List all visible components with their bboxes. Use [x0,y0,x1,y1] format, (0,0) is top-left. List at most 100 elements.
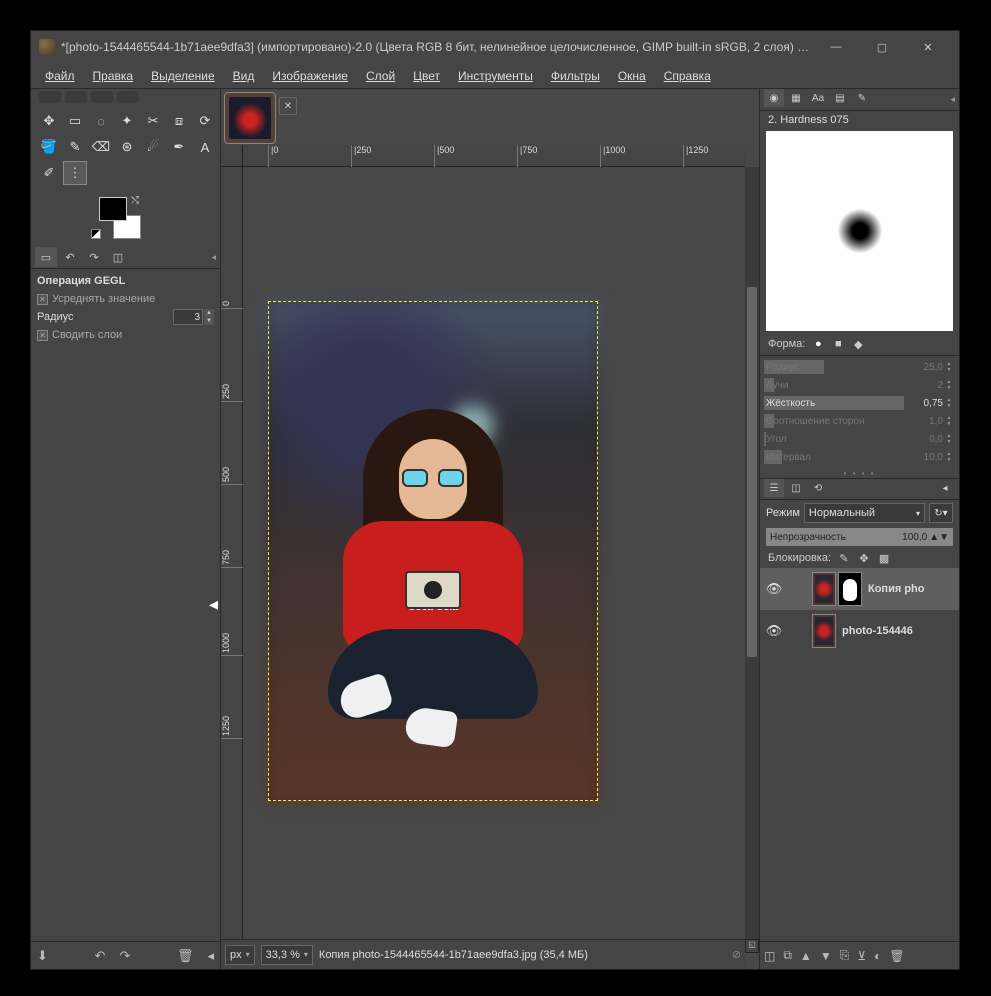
reset-icon[interactable]: ◂ [207,948,214,964]
tab-fonts[interactable]: Aa [808,89,828,107]
checkbox-icon[interactable]: ✕ [37,294,48,305]
dock-drag-handle[interactable]: • • • • [760,468,959,478]
layer-group-icon[interactable]: ⧉ [783,948,792,963]
tab-layers[interactable]: ☰ [764,479,784,497]
tool-transform[interactable]: ⧈ [167,109,191,133]
shape-circle-icon[interactable]: ● [811,337,825,351]
color-swatch[interactable]: ⤭ [91,197,141,239]
tab-undo[interactable]: ↷ [83,247,105,267]
slider-Лучи[interactable]: Лучи2▲▼ [760,376,959,394]
merge-down-icon[interactable]: ⊻ [857,949,866,963]
undo-icon[interactable]: ↶ [95,948,106,964]
vertical-scrollbar[interactable] [745,167,759,939]
layer-name[interactable]: photo-154446 [842,625,955,637]
layer-row[interactable]: 👁 photo-154446 [760,610,959,652]
lock-pixels-icon[interactable]: ✎ [837,551,851,565]
menu-colors[interactable]: Цвет [405,67,448,85]
canvas-viewport[interactable]: Coca-Cola [243,167,745,939]
menu-layer[interactable]: Слой [358,67,403,85]
redo-icon[interactable]: ↷ [119,948,130,964]
ruler-corner[interactable] [221,145,243,167]
foreground-color[interactable] [99,197,127,221]
new-layer-icon[interactable]: ◫ [764,949,775,963]
maximize-button[interactable]: ▢ [859,31,905,63]
delete-preset-icon[interactable]: 🗑 [177,948,194,964]
radius-spinner[interactable]: ▲▼ [173,309,214,325]
ruler-vertical[interactable]: 0 250 500 750 1000 1250 [221,167,243,939]
tool-fuzzy-select[interactable]: ✦ [115,109,139,133]
zoom-selector[interactable]: 33,3 %▾ [261,945,313,965]
document-tab[interactable] [225,93,275,143]
spin-down-icon[interactable]: ▼ [204,317,214,325]
cancel-icon[interactable]: ⊘ [732,948,741,961]
tab-paint[interactable]: ✎ [852,89,872,107]
slider-Радиус[interactable]: Радиус25,0▲▼ [760,358,959,376]
delete-layer-icon[interactable]: 🗑 [889,949,904,963]
tab-device[interactable]: ↶ [59,247,81,267]
visibility-icon[interactable]: 👁 [764,579,784,599]
ruler-horizontal[interactable]: |0 |250 |500 |750 |1000 |1250 [243,145,745,167]
save-preset-icon[interactable]: ⬇ [37,948,48,964]
tab-history[interactable]: ▤ [830,89,850,107]
tool-crop[interactable]: ✂ [141,109,165,133]
scrollbar-thumb[interactable] [747,287,757,657]
duplicate-layer-icon[interactable]: ⎘ [840,948,850,963]
layer-mask-thumbnail[interactable] [838,572,862,606]
slider-Угол[interactable]: Угол0,0▲▼ [760,430,959,448]
dock-menu-icon[interactable]: ◂ [935,479,955,497]
tool-bucket[interactable]: 🪣 [37,135,61,159]
tool-path[interactable]: ✒ [167,135,191,159]
visibility-icon[interactable]: 👁 [764,621,784,641]
option-flatten[interactable]: ✕ Сводить слои [37,327,214,343]
shape-diamond-icon[interactable]: ◆ [851,337,865,351]
slider-Жёсткость[interactable]: Жёсткость0,75▲▼ [760,394,959,412]
close-button[interactable]: ✕ [905,31,951,63]
tool-text[interactable]: A [193,135,217,159]
lock-position-icon[interactable]: ✥ [857,551,871,565]
opacity-slider[interactable]: Непрозрачность 100,0 ▲▼ [766,528,953,546]
tab-brushes[interactable]: ◉ [764,89,784,107]
document-close-icon[interactable]: ✕ [279,97,297,115]
layer-down-icon[interactable]: ▼ [820,949,832,963]
tool-rect-select[interactable]: ▭ [63,109,87,133]
option-radius[interactable]: Радиус ▲▼ [37,307,214,327]
swap-colors-icon[interactable]: ⤭ [131,195,139,206]
unit-selector[interactable]: px▾ [225,945,255,965]
minimize-button[interactable]: — [813,31,859,63]
tool-gegl[interactable]: ⋮ [63,161,87,185]
menu-select[interactable]: Выделение [143,67,223,85]
lock-alpha-icon[interactable]: ▩ [877,551,891,565]
tab-channels[interactable]: ◫ [786,479,806,497]
layer-up-icon[interactable]: ▲ [800,949,812,963]
option-average[interactable]: ✕ Усреднять значение [37,291,214,307]
default-colors-icon[interactable] [91,229,101,239]
tool-picker[interactable]: ✐ [37,161,61,185]
spin-up-icon[interactable]: ▲ [204,309,214,317]
menu-edit[interactable]: Правка [85,67,142,85]
menu-help[interactable]: Справка [656,67,719,85]
mode-reset-icon[interactable]: ↻▾ [929,503,953,523]
slider-Соотношение сторон[interactable]: Соотношение сторон1,0▲▼ [760,412,959,430]
layer-name[interactable]: Копия pho [868,583,955,595]
tab-patterns[interactable]: ▦ [786,89,806,107]
layer-thumbnail[interactable] [812,614,836,648]
menu-filters[interactable]: Фильтры [543,67,608,85]
tool-warp[interactable]: ⟳ [193,109,217,133]
radius-input[interactable] [173,309,203,325]
tab-tool-options[interactable]: ▭ [35,247,57,267]
checkbox-icon[interactable]: ✕ [37,330,48,341]
tab-images[interactable]: ◫ [107,247,129,267]
navigation-icon[interactable]: ◱ [745,939,759,953]
tool-eraser[interactable]: ⌫ [89,135,113,159]
menu-tools[interactable]: Инструменты [450,67,541,85]
slider-Интервал[interactable]: Интервал10,0▲▼ [760,448,959,466]
menu-view[interactable]: Вид [225,67,263,85]
layer-row[interactable]: 👁 Копия pho [760,568,959,610]
menu-image[interactable]: Изображение [264,67,356,85]
blend-mode-select[interactable]: Нормальный▾ [804,503,925,523]
tool-pencil[interactable]: ✎ [63,135,87,159]
tool-clone[interactable]: ⊛ [115,135,139,159]
menu-file[interactable]: Файл [37,67,83,85]
tool-smudge[interactable]: ☄ [141,135,165,159]
brush-preview[interactable] [766,131,953,331]
